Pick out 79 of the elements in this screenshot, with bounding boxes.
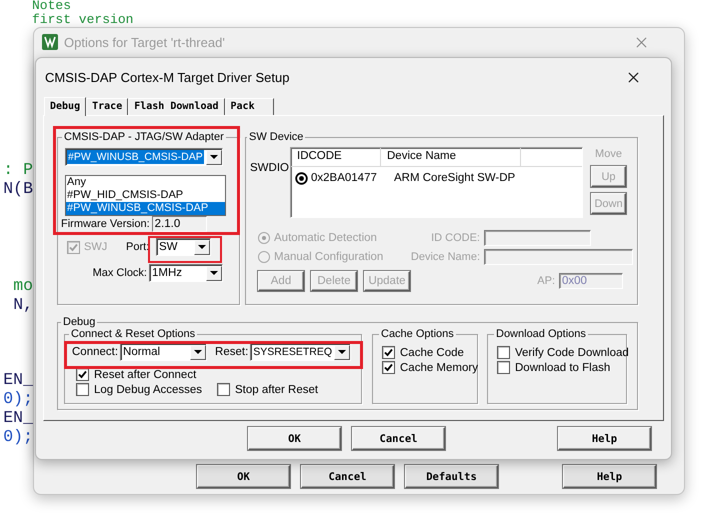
group-title: Download Options xyxy=(495,328,587,340)
group-title: Connect & Reset Options xyxy=(70,328,196,340)
tab[interactable]: Debug xyxy=(44,97,86,116)
code-line: first version xyxy=(32,13,134,27)
code-fragment: N(B xyxy=(3,179,33,198)
checkbox-label: Log Debug Accesses xyxy=(94,384,202,396)
code-fragment: N, xyxy=(13,295,33,314)
dropdown-option[interactable]: #PW_WINUSB_CMSIS-DAP xyxy=(66,202,225,215)
close-icon[interactable] xyxy=(628,72,639,83)
group-title: Cache Options xyxy=(380,328,455,340)
caret-icon xyxy=(194,350,202,354)
dialog-button[interactable]: Cancel xyxy=(301,465,394,488)
field-label: Connect: xyxy=(72,346,118,358)
code-fragment: : P xyxy=(3,160,33,179)
checkbox-label: Cache Code xyxy=(400,346,464,358)
dialog-button[interactable]: Cancel xyxy=(352,427,445,450)
caret-icon xyxy=(210,155,218,159)
checkbox[interactable] xyxy=(76,383,89,396)
checkbox[interactable] xyxy=(382,361,395,374)
column-header: IDCODE xyxy=(291,148,381,166)
field-label: Max Clock: xyxy=(92,267,147,279)
checkbox-label: Verify Code Download xyxy=(515,346,629,358)
code-fragment: EN_ xyxy=(3,370,33,389)
tab[interactable]: Pack xyxy=(224,98,274,115)
checkbox-label: Download to Flash xyxy=(515,362,610,374)
tab[interactable]: Flash Download xyxy=(128,98,225,115)
window-title: Options for Target 'rt-thread' xyxy=(64,34,225,50)
code-fragment: EN_ xyxy=(3,408,33,427)
group-title: CMSIS-DAP - JTAG/SW Adapter xyxy=(63,131,225,143)
id-code-field[interactable] xyxy=(484,230,591,246)
dropdown[interactable]: SYSRESETREQ xyxy=(250,343,352,361)
dialog-button[interactable]: OK xyxy=(248,427,341,450)
dialog-title: CMSIS-DAP Cortex-M Target Driver Setup xyxy=(45,70,290,85)
row-label: SWDIO xyxy=(250,162,290,176)
dialog-button[interactable]: Defaults xyxy=(405,465,498,488)
checkbox-label: SWJ xyxy=(84,241,108,253)
field-label: Device Name: xyxy=(410,250,480,262)
dropdown[interactable]: SW xyxy=(156,238,211,256)
field-label: Firmware Version: xyxy=(61,218,150,230)
dialog-button[interactable]: Help xyxy=(563,465,656,488)
dropdown[interactable]: #PW_WINUSB_CMSIS-DAP xyxy=(65,148,223,166)
caret-icon xyxy=(198,245,206,249)
column-header: Device Name xyxy=(381,148,521,166)
checkbox-label: Stop after Reset xyxy=(235,384,318,396)
radio-label: Automatic Detection xyxy=(274,232,377,244)
checkbox[interactable] xyxy=(217,383,230,396)
checkbox-label: Cache Memory xyxy=(400,362,478,374)
caret-icon xyxy=(210,271,218,275)
checkbox-label: Reset after Connect xyxy=(94,368,196,380)
table-cell-text: ARM CoreSight SW-DP xyxy=(393,172,516,184)
code-fragment: 0); xyxy=(3,389,33,408)
device-name-field[interactable] xyxy=(484,248,633,264)
tab[interactable]: Trace xyxy=(86,98,128,115)
dialog-button[interactable]: OK xyxy=(197,465,290,488)
code-fragment: 0); xyxy=(3,427,33,446)
version-field: 2.1.0 xyxy=(152,216,207,232)
group-title: SW Device xyxy=(248,131,304,143)
code-line: Notes xyxy=(32,0,72,13)
dropdown-option[interactable]: Any xyxy=(66,176,225,189)
checkbox[interactable] xyxy=(382,346,395,359)
group-title: Debug xyxy=(62,316,96,328)
code-fragment: mo xyxy=(13,276,33,295)
field-label: Reset: xyxy=(215,346,248,358)
field-label: Port: xyxy=(126,241,148,253)
app-icon xyxy=(42,34,58,50)
caret-icon xyxy=(338,350,346,354)
dropdown-option[interactable]: #PW_HID_CMSIS-DAP xyxy=(66,189,225,202)
dropdown[interactable]: 1MHz xyxy=(149,264,223,282)
dialog-button[interactable]: Help xyxy=(558,427,651,450)
checkbox[interactable] xyxy=(497,361,510,374)
radio-icon[interactable] xyxy=(295,172,308,184)
dropdown[interactable]: Normal xyxy=(120,343,208,361)
checkbox[interactable] xyxy=(497,346,510,359)
move-label: Move xyxy=(595,147,622,162)
table-cell-text: 0x2BA01477 xyxy=(310,172,378,184)
radio-label: Manual Configuration xyxy=(274,250,384,262)
field-label: AP: xyxy=(536,274,555,286)
field-label: ID CODE: xyxy=(430,232,480,244)
checkbox[interactable] xyxy=(76,368,89,381)
